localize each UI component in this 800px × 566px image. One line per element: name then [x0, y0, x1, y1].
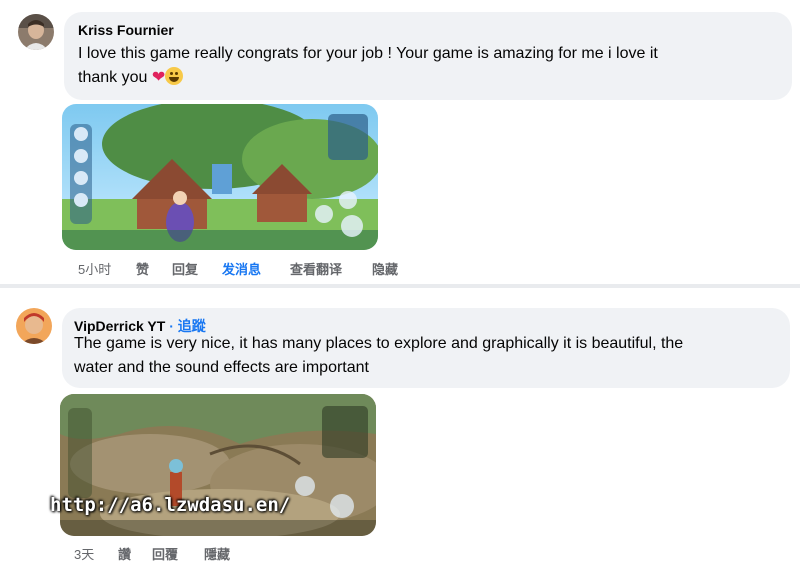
like-button[interactable]: 赞 [136, 259, 149, 278]
hide-button[interactable]: 隱藏 [204, 544, 230, 563]
comment-1: Kriss Fournier I love this game really c… [0, 0, 800, 284]
avatar[interactable] [18, 14, 54, 50]
send-message-button[interactable]: 发消息 [222, 259, 261, 278]
comment-text-line2: water and the sound effects are importan… [74, 359, 369, 376]
timestamp[interactable]: 3天 [74, 544, 94, 563]
author-name[interactable]: Kriss Fournier [78, 22, 174, 38]
watermark-url: http://a6.lzwdasu.en/ [50, 494, 291, 516]
heart-emoji-icon: ❤ [151, 69, 166, 86]
comment-2: VipDerrick YT · 追蹤 The game is very nice… [0, 288, 800, 566]
hide-button[interactable]: 隐藏 [372, 259, 398, 278]
comment-text-line1: The game is very nice, it has many place… [74, 335, 684, 352]
avatar[interactable] [16, 308, 52, 344]
comment-text-line2: thank you ❤ [78, 66, 184, 90]
reply-button[interactable]: 回复 [172, 259, 198, 278]
attached-game-screenshot[interactable] [62, 104, 378, 250]
like-button[interactable]: 讚 [118, 544, 131, 563]
timestamp[interactable]: 5小时 [78, 259, 111, 278]
comment-actions: 5小时 赞 回复 发消息 查看翻译 隐藏 [78, 259, 438, 277]
see-translation-button[interactable]: 查看翻译 [290, 259, 342, 278]
grin-emoji-icon [165, 67, 184, 85]
comment-text: thank you [78, 69, 148, 86]
comment-actions: 3天 讚 回覆 隱藏 [74, 544, 274, 562]
comment-text-line1: I love this game really congrats for you… [78, 45, 658, 62]
reply-button[interactable]: 回覆 [152, 544, 178, 563]
